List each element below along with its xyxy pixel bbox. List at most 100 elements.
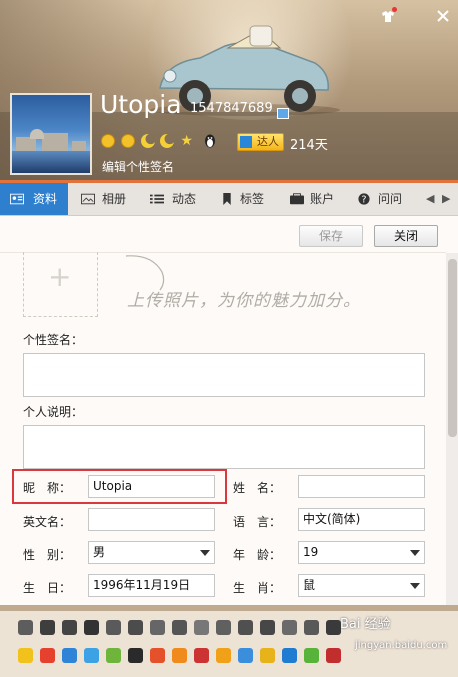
upload-photo-hint: 上传照片，为你的魅力加分。 <box>127 291 361 311</box>
number5-badge-icon[interactable] <box>150 648 165 663</box>
shield-badge-icon[interactable] <box>194 620 209 635</box>
tab-feed[interactable]: 动态 <box>147 183 209 215</box>
age-label: 年 龄： <box>233 548 282 562</box>
header-nickname: Utopia <box>100 90 182 119</box>
star-badge-icon[interactable] <box>18 648 33 663</box>
english-name-field[interactable] <box>88 508 215 531</box>
sun-icon <box>120 134 135 148</box>
language-field[interactable]: 中文(简体) <box>298 508 425 531</box>
daren-icon <box>240 136 252 148</box>
close-button[interactable]: 关闭 <box>374 225 438 247</box>
window-close-button[interactable] <box>436 10 450 24</box>
scrollbar-thumb[interactable] <box>448 259 457 437</box>
superman-badge-icon[interactable] <box>304 620 319 635</box>
nickname-field[interactable]: Utopia <box>88 475 215 498</box>
mobile-qq-icon[interactable] <box>277 108 289 119</box>
english-name-label: 英文名： <box>23 515 72 529</box>
signature-textarea[interactable] <box>23 353 425 397</box>
app-badge-icon[interactable] <box>40 648 55 663</box>
green-badge-icon[interactable] <box>304 648 319 663</box>
number-badge-icon[interactable] <box>172 620 187 635</box>
gem-badge-icon[interactable] <box>106 620 121 635</box>
coin-badge-icon[interactable] <box>216 648 231 663</box>
tab-label: 相册 <box>102 192 127 206</box>
plus-icon: + <box>48 260 72 293</box>
eye-badge-icon[interactable] <box>128 620 143 635</box>
tab-wenwen[interactable]: ? 问问 <box>356 183 416 215</box>
moon-badge-icon[interactable] <box>282 620 297 635</box>
bookmark-tag-icon <box>223 193 231 205</box>
moon-icon <box>140 134 155 148</box>
gem2-badge-icon[interactable] <box>238 620 253 635</box>
ring-badge-icon[interactable] <box>260 620 275 635</box>
nickname-label: 昵 称： <box>23 481 72 495</box>
gender-select[interactable]: 男 <box>88 541 215 564</box>
close-icon <box>437 10 449 22</box>
zodiac-value: 鼠 <box>303 578 316 592</box>
daren-badge-label: 达人 <box>257 135 279 148</box>
svg-text:?: ? <box>362 194 367 205</box>
surname-field[interactable] <box>298 475 425 498</box>
surname-label: 姓 名： <box>233 481 282 495</box>
moon-icon <box>160 134 175 148</box>
age-value: 19 <box>303 545 319 559</box>
dropdown-arrow-icon <box>410 583 420 589</box>
tab-label: 标签 <box>240 192 265 206</box>
description-textarea[interactable] <box>23 425 425 469</box>
language-label: 语 言： <box>233 515 282 529</box>
hat-badge-icon[interactable] <box>40 620 55 635</box>
eyeball-badge-icon[interactable] <box>128 648 143 663</box>
security-badge-icon[interactable] <box>84 648 99 663</box>
skin-shirt-button[interactable] <box>381 7 397 24</box>
music-badge-icon[interactable] <box>238 648 253 663</box>
photo-album-icon <box>81 193 95 205</box>
crystal-badge-icon[interactable] <box>216 620 231 635</box>
tab-scroll-left-icon[interactable]: ◀ <box>426 192 436 206</box>
baidu-watermark: Bai 经验 <box>340 617 391 632</box>
tab-label: 动态 <box>172 192 197 206</box>
notification-dot <box>392 7 397 12</box>
tab-profile[interactable]: 资料 <box>0 183 68 215</box>
mail-badge-icon[interactable] <box>62 648 77 663</box>
phone-badge-icon[interactable] <box>282 648 297 663</box>
feed-list-icon <box>150 194 164 204</box>
question-icon: ? <box>358 193 370 205</box>
signature-label: 个性签名： <box>23 333 84 347</box>
ava-badge-icon[interactable] <box>326 648 341 663</box>
birthday-field[interactable]: 1996年11月19日 <box>88 574 215 597</box>
tab-tags[interactable]: 标签 <box>220 183 276 215</box>
daren-badge[interactable]: 达人 <box>237 133 284 151</box>
heart2-badge-icon[interactable] <box>326 620 341 635</box>
dropdown-arrow-icon <box>200 550 210 556</box>
sun-icon <box>101 134 115 148</box>
age-select[interactable]: 19 <box>298 541 425 564</box>
baidu-watermark-url: jingyan.baidu.com <box>355 640 448 651</box>
lion-badge-icon[interactable] <box>260 648 275 663</box>
tab-bar: 资料 相册 动态 标签 账户 ? 问问 <box>0 183 458 216</box>
avatar[interactable] <box>10 93 92 175</box>
star-icon: ★ <box>180 133 193 149</box>
tab-album[interactable]: 相册 <box>78 183 140 215</box>
shirt-icon <box>382 11 394 22</box>
gender-label: 性 别： <box>23 548 72 562</box>
penguin-badge-icon[interactable] <box>84 620 99 635</box>
farm-badge-icon[interactable] <box>106 648 121 663</box>
profile-body: 保存 关闭 + 上传照片，为你的魅力加分。 个性签名： 个人说明： 昵 称： U… <box>0 216 458 605</box>
crown-badge-icon[interactable] <box>150 620 165 635</box>
edit-signature-link[interactable]: 编辑个性签名 <box>102 158 174 175</box>
zodiac-label: 生 肖： <box>233 581 282 595</box>
game-badge-icon[interactable] <box>172 648 187 663</box>
description-label: 个人说明： <box>23 405 84 419</box>
penguin-icon[interactable] <box>203 133 217 148</box>
heart-badge-icon[interactable] <box>18 620 33 635</box>
dropdown-arrow-icon <box>410 550 420 556</box>
zodiac-select[interactable]: 鼠 <box>298 574 425 597</box>
profile-card-icon <box>10 193 24 205</box>
diamond-badge-icon[interactable] <box>62 620 77 635</box>
qq-level-icons[interactable]: ★ <box>101 134 196 150</box>
pet-badge-icon[interactable] <box>194 648 209 663</box>
tab-scroll-right-icon[interactable]: ▶ <box>442 192 452 206</box>
tab-account[interactable]: 账户 <box>288 183 344 215</box>
birthday-label: 生 日： <box>23 581 72 595</box>
save-button[interactable]: 保存 <box>299 225 363 247</box>
